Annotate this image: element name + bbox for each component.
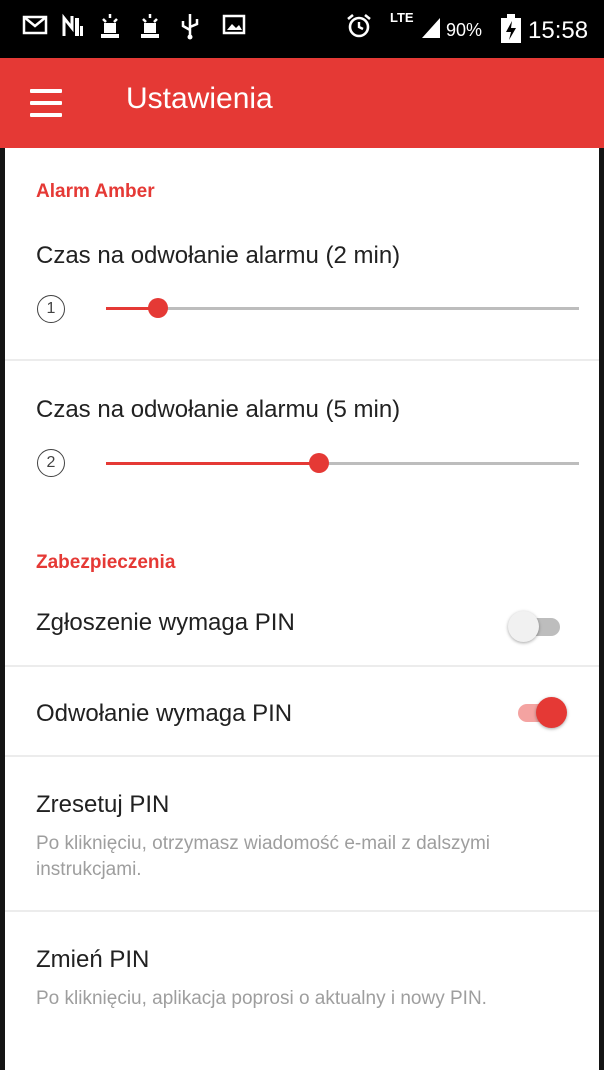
divider: [5, 359, 599, 361]
switch-knob: [536, 697, 567, 728]
alarm-icon: [347, 13, 371, 38]
signal-icon: [422, 18, 440, 38]
change-pin-title: Zmień PIN: [36, 946, 150, 973]
slider-1[interactable]: [106, 298, 579, 318]
slider-2-thumb[interactable]: [308, 453, 329, 473]
nfc-icon: [62, 13, 83, 36]
alarm-time-slider-row-1: [5, 218, 599, 358]
require-pin-cancel-title: Odwołanie wymaga PIN: [36, 700, 293, 727]
section-header-security: Zabezpieczenia: [36, 552, 176, 573]
require-pin-cancel-switch[interactable]: [508, 692, 570, 732]
section-header-alarm: Alarm Amber: [36, 181, 155, 202]
status-bar: LTE 90% 15:58: [0, 0, 604, 58]
slider-2[interactable]: [106, 453, 579, 473]
battery-percent: 90%: [446, 20, 483, 40]
reset-pin-summary: Po kliknięciu, otrzymasz wiadomość e-mai…: [36, 833, 491, 880]
notification-icon: [141, 14, 159, 38]
slider-2-badge: 2: [37, 449, 65, 477]
slider-2-fill: [106, 462, 319, 465]
frame-right: [599, 0, 604, 1070]
change-pin-summary: Po kliknięciu, aplikacja poprosi o aktua…: [36, 988, 487, 1009]
notification-icon: [101, 14, 119, 38]
reset-pin-title: Zresetuj PIN: [36, 791, 170, 818]
usb-icon: [181, 14, 199, 40]
require-pin-report-title: Zgłoszenie wymaga PIN: [36, 609, 295, 636]
require-pin-report-switch[interactable]: [508, 606, 570, 646]
menu-icon[interactable]: [30, 89, 66, 117]
switch-knob: [508, 611, 539, 642]
battery-charging-icon: [501, 14, 521, 43]
slider-2-title: Czas na odwołanie alarmu (5 min): [36, 396, 401, 423]
slider-1-thumb[interactable]: [148, 298, 169, 318]
slider-1-title: Czas na odwołanie alarmu (2 min): [36, 242, 401, 269]
app-toolbar: Ustawienia: [0, 58, 604, 148]
clock: 15:58: [528, 17, 589, 44]
mail-icon: [22, 15, 48, 35]
slider-1-badge: 1: [37, 295, 65, 323]
image-icon: [222, 14, 246, 35]
lte-indicator: LTE: [390, 10, 414, 25]
page-title: Ustawienia: [126, 82, 273, 115]
